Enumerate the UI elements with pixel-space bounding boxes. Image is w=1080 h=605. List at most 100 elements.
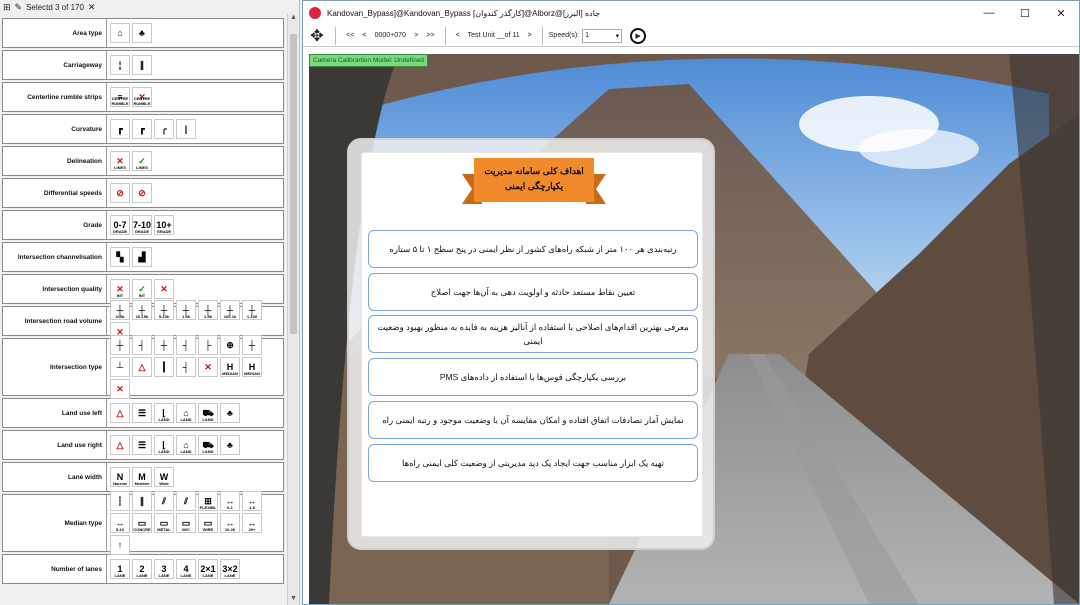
attribute-option-icon[interactable]: 1 LANE — [110, 559, 130, 579]
attribute-option-icon[interactable]: ├ — [198, 335, 218, 355]
attribute-option-icon[interactable]: 0-7 GRADE — [110, 215, 130, 235]
attribute-option-icon[interactable]: ▭ WIRE — [198, 513, 218, 533]
attribute-option-icon[interactable]: ✕ CENTRE RUMBLE — [132, 87, 152, 107]
frame-input[interactable]: 0000+070 — [370, 32, 410, 39]
attribute-option-icon[interactable]: 4 LANE — [176, 559, 196, 579]
attribute-option-icon[interactable]: ⊘ — [132, 183, 152, 203]
attribute-option-icon[interactable]: ┼ 10-15k — [132, 300, 152, 320]
grid-icon[interactable]: ⊞ — [3, 2, 11, 13]
attribute-option-icon[interactable]: ∥ — [132, 55, 152, 75]
attribute-option-icon[interactable]: ☰ — [132, 403, 152, 423]
attribute-option-icon[interactable]: N Narrow — [110, 467, 130, 487]
attribute-option-icon[interactable]: ¦ — [110, 55, 130, 75]
attribute-option-icon[interactable]: ▚ — [110, 247, 130, 267]
maximize-icon[interactable]: ☐ — [1007, 1, 1043, 25]
move-icon[interactable]: ✥ — [305, 26, 329, 46]
attribute-option-icon[interactable]: H MEDIAN — [242, 357, 262, 377]
play-button[interactable]: ▶ — [630, 27, 647, 44]
attribute-option-icon[interactable]: ✕ — [110, 379, 130, 399]
attribute-option-icon[interactable]: ✕ — [198, 357, 218, 377]
attribute-option-icon[interactable]: ⊞ FLEXIBL — [198, 491, 218, 511]
attribute-option-icon[interactable]: ┼ 1-100 — [242, 300, 262, 320]
attribute-option-icon[interactable]: 3×2 LANE — [220, 559, 240, 579]
attribute-option-icon[interactable]: ┏ — [132, 119, 152, 139]
scrollbar[interactable]: ▲ ▼ — [287, 14, 298, 605]
speed-select[interactable]: 1 ▾ — [582, 28, 623, 43]
attribute-option-icon[interactable]: ┆ — [110, 491, 130, 511]
attribute-option-icon[interactable]: H MEDIAN — [220, 357, 240, 377]
attribute-option-icon[interactable]: ┤ — [176, 335, 196, 355]
attribute-option-icon[interactable]: | — [176, 119, 196, 139]
minimize-icon[interactable]: — — [971, 1, 1007, 25]
attribute-option-icon[interactable]: 10+ GRADE — [154, 215, 174, 235]
attribute-option-icon[interactable]: ✕ LINES — [110, 151, 130, 171]
attribute-option-icon[interactable]: ↔ 1-5 — [242, 491, 262, 511]
attribute-option-icon[interactable]: ⌂ LAND — [176, 403, 196, 423]
attribute-option-icon[interactable]: ┼ 5-10k — [154, 300, 174, 320]
attribute-option-icon[interactable]: ┼ 1-5k — [198, 300, 218, 320]
attribute-option-icon[interactable]: ┼ ≥15k — [110, 300, 130, 320]
attribute-option-icon[interactable]: ⌂ — [110, 23, 130, 43]
attribute-option-icon[interactable]: ⛟ LAND — [198, 403, 218, 423]
attribute-option-icon[interactable]: ⌂ LAND — [176, 435, 196, 455]
attribute-option-icon[interactable]: ✓ INT — [132, 279, 152, 299]
attribute-option-icon[interactable]: ┏ — [110, 119, 130, 139]
attribute-option-icon[interactable]: ┼ 1-5k — [176, 300, 196, 320]
attribute-option-icon[interactable]: ⌊ LAND — [154, 435, 174, 455]
attribute-option-icon[interactable]: △ — [110, 435, 130, 455]
attribute-option-icon[interactable]: ⫽ — [176, 491, 196, 511]
attribute-option-icon[interactable]: 7-10 GRADE — [132, 215, 152, 235]
prev-unit-button[interactable]: < — [452, 32, 464, 39]
pencil-icon[interactable]: ✎ — [15, 2, 23, 13]
next-frame-button[interactable]: > — [410, 32, 422, 39]
attribute-option-icon[interactable]: W Wide — [154, 467, 174, 487]
attribute-option-icon[interactable]: 2×1 LANE — [198, 559, 218, 579]
attribute-option-icon[interactable]: ≡ CENTRE RUMBLE — [110, 87, 130, 107]
attribute-option-icon[interactable]: ✕ — [154, 279, 174, 299]
attribute-option-icon[interactable]: ┼ — [110, 335, 130, 355]
attribute-option-icon[interactable]: ⫽ — [154, 491, 174, 511]
attribute-option-icon[interactable]: ▟ — [132, 247, 152, 267]
attribute-option-icon[interactable]: ↔ 20+ — [242, 513, 262, 533]
attribute-option-icon[interactable]: ┼ — [242, 335, 262, 355]
attribute-option-icon[interactable]: ↑ — [110, 535, 130, 555]
attribute-option-icon[interactable]: ╭ — [154, 119, 174, 139]
scroll-up-icon[interactable]: ▲ — [288, 14, 299, 24]
attribute-option-icon[interactable]: ✕ INT — [110, 279, 130, 299]
first-frame-button[interactable]: << — [342, 32, 358, 39]
attribute-option-icon[interactable]: ✓ LINES — [132, 151, 152, 171]
attribute-option-icon[interactable]: ♣ — [220, 435, 240, 455]
attribute-option-icon[interactable]: ☰ — [132, 435, 152, 455]
attribute-option-icon[interactable]: ▭ METAL — [154, 513, 174, 533]
attribute-option-icon[interactable]: ▭ W/C — [176, 513, 196, 533]
attribute-option-icon[interactable]: ⛟ LAND — [198, 435, 218, 455]
close-icon[interactable]: ✕ — [88, 2, 96, 13]
last-frame-button[interactable]: >> — [422, 32, 438, 39]
attribute-option-icon[interactable]: ┃ — [154, 357, 174, 377]
attribute-option-icon[interactable]: 3 LANE — [154, 559, 174, 579]
scroll-thumb[interactable] — [290, 34, 297, 334]
attribute-option-icon[interactable]: ↔ 0-1 — [220, 491, 240, 511]
attribute-option-icon[interactable]: M Medium — [132, 467, 152, 487]
close-window-icon[interactable]: ✕ — [1043, 1, 1079, 25]
attribute-option-icon[interactable]: ∥ — [132, 491, 152, 511]
attribute-option-icon[interactable]: ⊕ — [220, 335, 240, 355]
attribute-option-icon[interactable]: ♣ — [132, 23, 152, 43]
attribute-option-icon[interactable]: ┼ 100-1k — [220, 300, 240, 320]
attribute-option-icon[interactable]: ⌊ LAND — [154, 403, 174, 423]
attribute-option-icon[interactable]: ↔ 5-10 — [110, 513, 130, 533]
attribute-option-icon[interactable]: ┤ — [132, 335, 152, 355]
attribute-option-icon[interactable]: △ — [110, 403, 130, 423]
prev-frame-button[interactable]: < — [358, 32, 370, 39]
attribute-option-icon[interactable]: ┼ — [154, 335, 174, 355]
attribute-option-icon[interactable]: 2 LANE — [132, 559, 152, 579]
next-unit-button[interactable]: > — [524, 32, 536, 39]
attribute-option-icon[interactable]: ♣ — [220, 403, 240, 423]
scroll-down-icon[interactable]: ▼ — [288, 595, 299, 605]
attribute-option-icon[interactable]: ┴ — [110, 357, 130, 377]
video-frame[interactable]: Camera Calibrartion Model: Undefined اهد… — [309, 54, 1079, 604]
attribute-option-icon[interactable]: ⊘ — [110, 183, 130, 203]
attribute-option-icon[interactable]: ┤ — [176, 357, 196, 377]
attribute-option-icon[interactable]: ↔ 10-20 — [220, 513, 240, 533]
attribute-option-icon[interactable]: △ — [132, 357, 152, 377]
